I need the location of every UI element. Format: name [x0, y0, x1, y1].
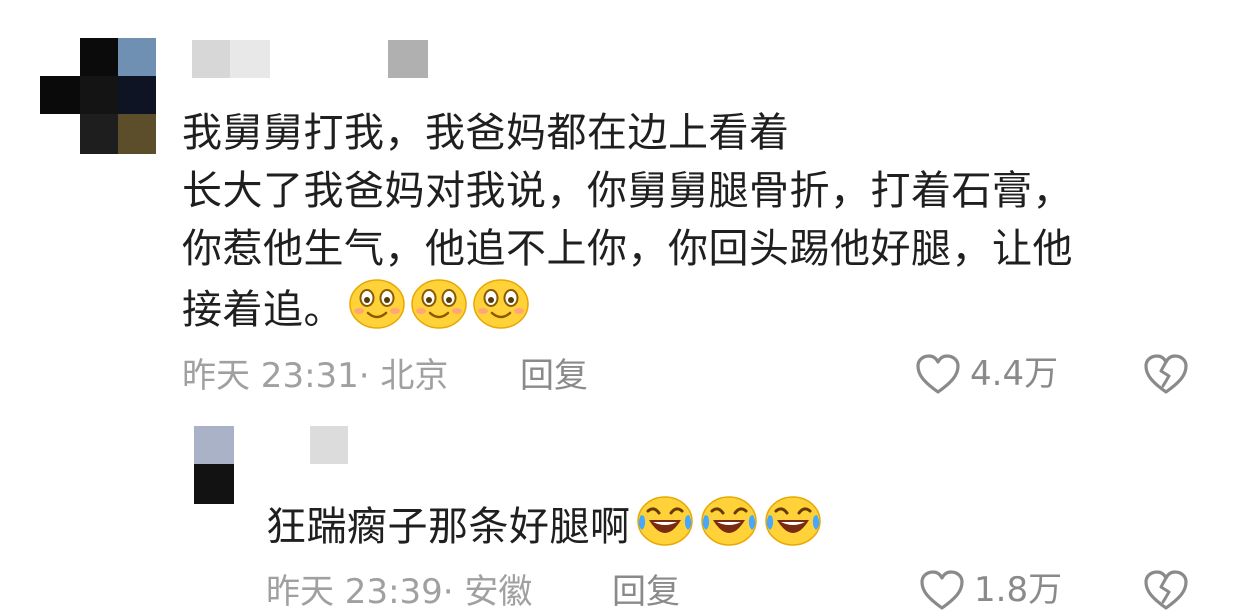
comment-body: 我舅舅打我，我爸妈都在边上看着 长大了我爸妈对我说，你舅舅腿骨折，打着石膏， 你…: [182, 104, 1192, 346]
username[interactable]: [192, 40, 428, 78]
smile-emoji: [472, 278, 530, 346]
reply-username[interactable]: [310, 426, 350, 464]
heart-icon: [918, 568, 966, 612]
comment-line-last: 接着追。: [182, 278, 1192, 346]
like-button[interactable]: 1.8万: [918, 568, 1062, 612]
comment-line: 长大了我爸妈对我说，你舅舅腿骨折，打着石膏，: [182, 168, 1073, 214]
comment-line: 你惹他生气，他追不上你，你回头踢他好腿，让他: [182, 226, 1073, 272]
reply-avatar[interactable]: [194, 426, 234, 504]
laugh-cry-emoji: [699, 494, 759, 564]
like-count: 4.4万: [970, 354, 1059, 394]
comment-line-text: 接着追。: [182, 287, 344, 333]
smile-emoji: [348, 278, 406, 346]
comment-meta: 昨天 23:31· 北京: [182, 356, 449, 396]
laugh-cry-emoji: [763, 494, 823, 564]
reply-button[interactable]: 回复: [612, 572, 680, 612]
avatar[interactable]: [40, 38, 158, 156]
like-count: 1.8万: [974, 570, 1063, 610]
comment-line: 我舅舅打我，我爸妈都在边上看着: [182, 110, 790, 156]
broken-heart-icon[interactable]: [1142, 568, 1190, 612]
heart-icon: [914, 352, 962, 396]
reply-text: 狂踹瘸子那条好腿啊: [266, 504, 631, 550]
reply-meta: 昨天 23:39· 安徽: [266, 572, 533, 612]
comment-screen: { "comments": [ { "lines": [ "我舅舅打我，我爸妈都…: [0, 0, 1242, 612]
smile-emoji: [410, 278, 468, 346]
like-button[interactable]: 4.4万: [914, 352, 1058, 396]
broken-heart-icon[interactable]: [1142, 352, 1190, 396]
laugh-cry-emoji: [635, 494, 695, 564]
reply-body: 狂踹瘸子那条好腿啊: [266, 494, 823, 564]
reply-button[interactable]: 回复: [520, 356, 588, 396]
